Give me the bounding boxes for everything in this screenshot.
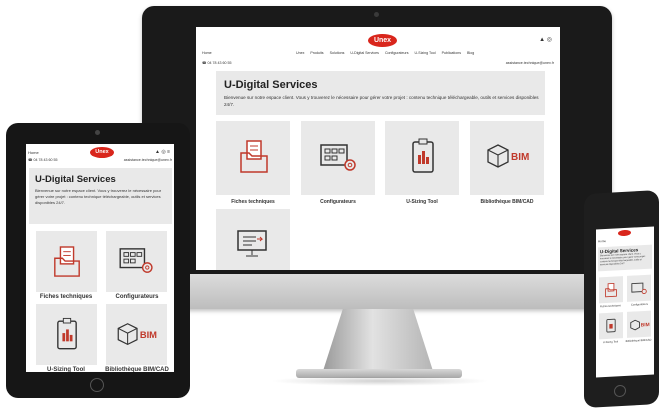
card-label[interactable]: U-Sizing Tool [385, 199, 459, 205]
tablet-screen: Home Unex ▲ ◎ ≡ ☎ 04 78 43 60 55 assista… [26, 144, 174, 372]
nav-menu: Unex Produits Solutions U-Digital Servic… [296, 51, 479, 55]
support-email[interactable]: assistance.technique@unex.fr [124, 158, 172, 162]
menu-icon[interactable]: ≡ [167, 149, 170, 155]
bim-badge: BIM [511, 152, 529, 163]
hero-text: Bienvenue sur notre espace client. Vous … [35, 188, 162, 205]
card-usizing-tool[interactable] [36, 304, 97, 365]
phone-number[interactable]: ☎ 04 78 43 60 55 [28, 158, 57, 162]
nav-home[interactable]: Home [202, 51, 212, 55]
card-monitor-service[interactable] [216, 209, 290, 270]
card-bibliotheque-bim[interactable]: BIM [106, 304, 167, 365]
calculator-gear-icon [320, 144, 356, 171]
header-icons: ▲ ◎ [539, 36, 552, 43]
globe-icon[interactable]: ◎ [547, 37, 552, 43]
card-bibliotheque-bim[interactable]: BIM [470, 121, 544, 195]
card-configurateurs[interactable] [301, 121, 375, 195]
phone-screen: Home U-Digital Services Bienvenue sur no… [596, 226, 654, 378]
bim-cube-icon: BIM [630, 319, 650, 331]
card-configurateurs[interactable] [627, 274, 651, 302]
camera-dot [95, 130, 100, 135]
nav-item-usizing[interactable]: U-Sizing Tool [415, 51, 436, 55]
card-usizing-tool[interactable] [385, 121, 459, 195]
card-configurateurs[interactable] [106, 231, 167, 292]
nav-item-udigital[interactable]: U-Digital Services [350, 51, 379, 55]
folder-document-icon [54, 246, 80, 277]
nav-item-configurateurs[interactable]: Configurateurs [385, 51, 409, 55]
contact-bar: ☎ 04 78 43 60 55 assistance.technique@un… [28, 158, 172, 162]
user-icon[interactable]: ▲ [539, 37, 545, 43]
folder-document-icon [240, 140, 268, 173]
monitor-chin [142, 274, 612, 309]
page-title: U-Digital Services [35, 174, 116, 185]
card-label[interactable]: Fiches techniques [31, 294, 101, 300]
calculator-gear-icon [119, 248, 153, 273]
folder-document-icon [605, 282, 617, 298]
nav-item-publications[interactable]: Publications [442, 51, 461, 55]
card-label[interactable]: Bibliothèque BIM/CAD [625, 339, 652, 343]
monitor-stand [323, 309, 433, 371]
nav-item-solutions[interactable]: Solutions [330, 51, 345, 55]
camera-dot [374, 12, 379, 17]
calculator-gear-icon [631, 282, 647, 295]
card-usizing-tool[interactable] [599, 312, 623, 340]
clipboard-chart-icon [57, 317, 77, 350]
desktop-screen: Unex ▲ ◎ Home Unex Produits Solutions U-… [196, 27, 560, 270]
card-label[interactable]: Configurateurs [301, 199, 375, 205]
hero-text: Bienvenue sur notre espace client. Vous … [600, 253, 647, 267]
monitor-shadow [270, 376, 490, 386]
card-label[interactable]: U-Sizing Tool [597, 340, 624, 344]
header-icons: ▲ ◎ ≡ [155, 149, 170, 155]
hero-banner: U-Digital Services Bienvenue sur notre e… [598, 244, 652, 272]
card-label[interactable]: Bibliothèque BIM/CAD [102, 367, 172, 372]
card-fiches-techniques[interactable] [36, 231, 97, 292]
bim-cube-icon: BIM [487, 144, 529, 168]
card-label[interactable]: Fiches techniques [597, 304, 624, 308]
hero-banner: U-Digital Services Bienvenue sur notre e… [29, 168, 172, 224]
nav-item-produits[interactable]: Produits [310, 51, 323, 55]
card-label[interactable]: Fiches techniques [216, 199, 290, 205]
bim-badge: BIM [140, 330, 157, 340]
bim-badge: BIM [641, 322, 650, 328]
unex-logo[interactable] [618, 229, 631, 237]
page-title: U-Digital Services [224, 79, 318, 91]
monitor-list-icon [237, 230, 267, 257]
unex-logo[interactable]: Unex [368, 34, 397, 47]
nav-home[interactable]: Home [598, 239, 606, 243]
contact-bar: ☎ 04 78 43 60 55 assistance.technique@un… [202, 61, 554, 65]
phone-number[interactable]: ☎ 04 78 43 60 55 [202, 61, 231, 65]
hero-text: Bienvenue sur notre espace client. Vous … [224, 95, 539, 107]
unex-logo[interactable]: Unex [90, 147, 114, 158]
card-bibliotheque-bim[interactable]: BIM [627, 310, 651, 338]
nav-item-blog[interactable]: Blog [467, 51, 474, 55]
support-email[interactable]: assistance.technique@unex.fr [506, 61, 554, 65]
phone-header: Home [598, 237, 652, 243]
user-icon[interactable]: ▲ [155, 149, 160, 155]
card-fiches-techniques[interactable] [599, 276, 623, 304]
card-label[interactable]: Bibliothèque BIM/CAD [470, 199, 544, 205]
card-label[interactable]: Configurateurs [102, 294, 172, 300]
nav-item-unex[interactable]: Unex [296, 51, 304, 55]
bim-cube-icon: BIM [117, 323, 157, 346]
hero-banner: U-Digital Services Bienvenue sur notre e… [216, 71, 545, 115]
card-label[interactable]: U-Sizing Tool [31, 367, 101, 372]
home-button[interactable] [90, 378, 104, 392]
card-fiches-techniques[interactable] [216, 121, 290, 195]
card-label[interactable]: Configurateurs [626, 303, 653, 307]
clipboard-chart-icon [412, 138, 434, 173]
globe-icon[interactable]: ◎ [161, 149, 165, 155]
clipboard-chart-icon [606, 318, 616, 333]
nav-home[interactable]: Home [28, 150, 39, 155]
